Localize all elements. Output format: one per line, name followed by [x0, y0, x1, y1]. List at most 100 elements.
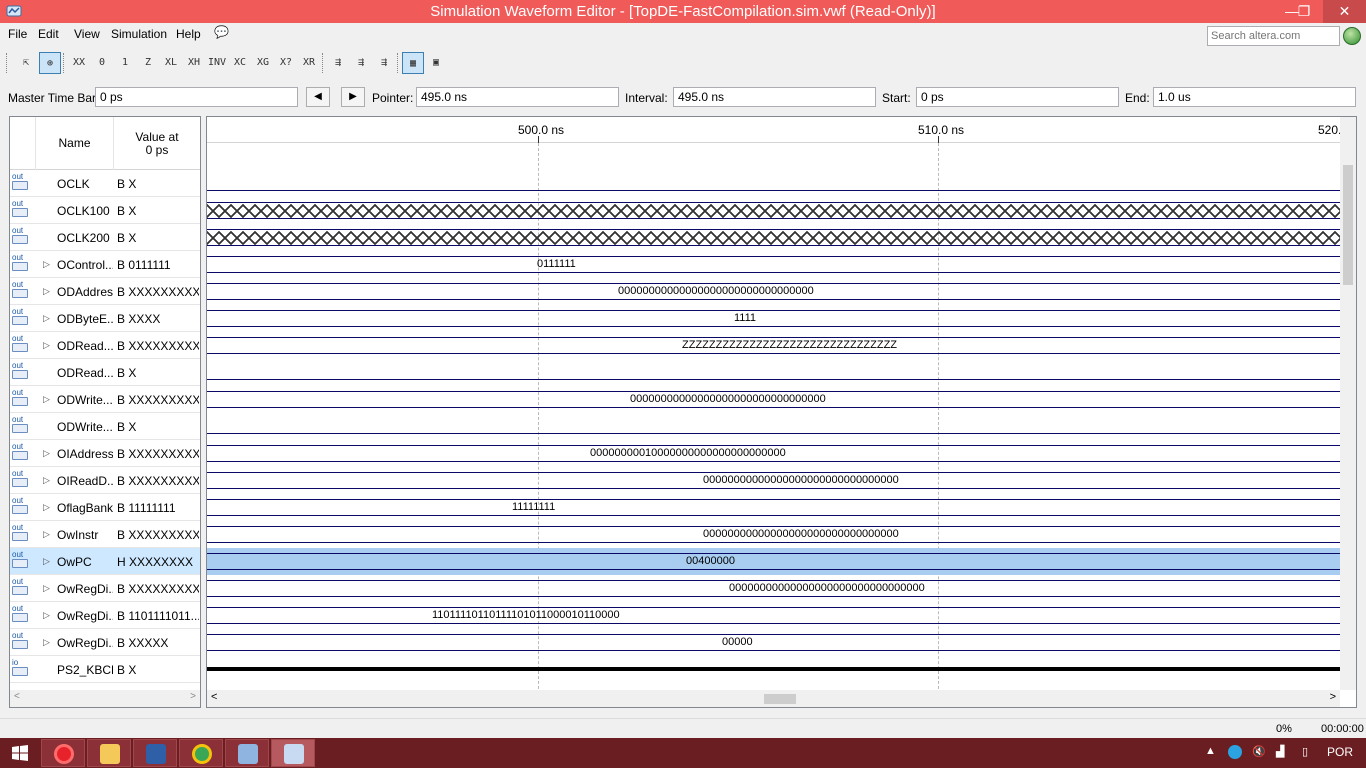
next-transition-button[interactable]: ▶ [341, 87, 365, 107]
waveform-view-button[interactable]: ▦ [402, 52, 424, 74]
zoom-tool-button[interactable]: ⊕ [39, 52, 61, 74]
signal-row[interactable]: out ▷ ODByteE... B XXXX [10, 305, 200, 332]
arbitrary-value-button[interactable]: XR [298, 52, 320, 74]
battery-icon[interactable]: ▯ [1302, 745, 1308, 758]
count-value-button[interactable]: XC [229, 52, 251, 74]
taskbar-waveform-editor[interactable] [271, 739, 315, 767]
waveform-row[interactable]: 00000000000000000000000000000000 [207, 521, 1340, 548]
signal-row[interactable]: out OCLK200 B X [10, 224, 200, 251]
globe-icon[interactable] [1343, 27, 1361, 45]
expand-bus-icon[interactable]: ▷ [43, 529, 50, 540]
taskbar-quartus[interactable] [225, 739, 269, 767]
feedback-icon[interactable]: 💬 [214, 25, 229, 39]
waveform-row[interactable]: ZZZZZZZZZZZZZZZZZZZZZZZZZZZZZZZZ [207, 332, 1340, 359]
invert-button[interactable]: INV [206, 52, 228, 74]
signal-row[interactable]: out ▷ OflagBank B 11111111 [10, 494, 200, 521]
expand-bus-icon[interactable]: ▷ [43, 259, 50, 270]
vertical-scroll-thumb[interactable] [1343, 165, 1353, 285]
restore-button[interactable]: ❐ [1289, 0, 1319, 23]
waveform-row[interactable]: 11011110110111101011000010110000 [207, 602, 1340, 629]
signal-row[interactable]: out ▷ ODRead... B XXXXXXXXXX... [10, 332, 200, 359]
signal-row[interactable]: out ▷ ODAddress B XXXXXXXXXX... [10, 278, 200, 305]
selection-tool-button[interactable]: ⇱ [15, 52, 37, 74]
waveform-row[interactable]: 00000000000000000000000000000000 [207, 278, 1340, 305]
menu-help[interactable]: Help [176, 27, 201, 41]
signal-row[interactable]: out ▷ OwPC H XXXXXXXX [10, 548, 200, 575]
scroll-left-icon[interactable]: < [14, 691, 20, 702]
signal-row[interactable]: out ▷ OIAddress B XXXXXXXXXX... [10, 440, 200, 467]
waveform-row[interactable]: 11111111 [207, 494, 1340, 521]
signal-row[interactable]: out OCLK100 B X [10, 197, 200, 224]
waveform-row[interactable]: 1111 [207, 305, 1340, 332]
tray-expand-icon[interactable]: ▲ [1205, 745, 1216, 757]
pointer-field[interactable]: 495.0 ns [416, 87, 619, 107]
search-input[interactable] [1207, 26, 1340, 46]
signal-row[interactable]: out ODRead... B X [10, 359, 200, 386]
horizontal-scroll-thumb[interactable] [764, 694, 796, 704]
taskbar-powershell[interactable] [133, 739, 177, 767]
menu-simulation[interactable]: Simulation [111, 27, 167, 41]
high-impedance-button[interactable]: Z [137, 52, 159, 74]
waveform-row[interactable] [207, 656, 1340, 683]
random-values-button[interactable]: X? [275, 52, 297, 74]
expand-bus-icon[interactable]: ▷ [43, 475, 50, 486]
signal-row[interactable]: out ▷ OControl... B 0111111 [10, 251, 200, 278]
expand-bus-icon[interactable]: ▷ [43, 637, 50, 648]
signal-row[interactable]: out ODWrite... B X [10, 413, 200, 440]
forcing-unknown-button[interactable]: XX [68, 52, 90, 74]
weak-high-button[interactable]: XH [183, 52, 205, 74]
waveform-row[interactable]: 00000000010000000000000000000000 [207, 440, 1340, 467]
signal-row[interactable]: out ▷ OwRegDi... B XXXXXXXXXX... [10, 575, 200, 602]
start-field[interactable]: 0 ps [916, 87, 1119, 107]
overwrite-clock-button[interactable]: XG [252, 52, 274, 74]
expand-bus-icon[interactable]: ▷ [43, 502, 50, 513]
run-functional-simulation-button[interactable]: ⇶ [327, 52, 349, 74]
end-field[interactable]: 1.0 us [1153, 87, 1356, 107]
expand-bus-icon[interactable]: ▷ [43, 313, 50, 324]
previous-transition-button[interactable]: ◀ [306, 87, 330, 107]
telegram-icon[interactable] [1228, 745, 1242, 759]
name-column-header[interactable]: Name [35, 117, 114, 170]
waveform-row[interactable]: 00000000000000000000000000000000 [207, 575, 1340, 602]
waveform-row[interactable]: 00400000 [207, 548, 1340, 575]
menu-view[interactable]: View [74, 27, 100, 41]
expand-bus-icon[interactable]: ▷ [43, 556, 50, 567]
generate-netlist-button[interactable]: ⇶ [373, 52, 395, 74]
signal-row[interactable]: out ▷ OwRegDi... B 1101111011... [10, 602, 200, 629]
taskbar-chrome[interactable] [179, 739, 223, 767]
waveform-row[interactable]: 00000000000000000000000000000000 [207, 467, 1340, 494]
waveform-row[interactable]: 0111111 [207, 251, 1340, 278]
windows-start-icon[interactable] [12, 745, 28, 761]
weak-low-button[interactable]: XL [160, 52, 182, 74]
forcing-high-button[interactable]: 1 [114, 52, 136, 74]
taskbar-file-explorer[interactable] [87, 739, 131, 767]
signal-list-scrollbar[interactable]: < > [10, 690, 200, 707]
network-icon[interactable]: ▟ [1276, 745, 1284, 758]
grouping-button[interactable]: ▣ [425, 52, 447, 74]
signal-row[interactable]: out ▷ OwInstr B XXXXXXXXXX... [10, 521, 200, 548]
input-language[interactable]: POR [1327, 745, 1353, 759]
waveform-row[interactable] [207, 359, 1340, 386]
close-button[interactable]: ✕ [1323, 0, 1366, 23]
waveform-row[interactable] [207, 413, 1340, 440]
waveform-row[interactable] [207, 170, 1340, 197]
waveform-row[interactable] [207, 197, 1340, 224]
signal-row[interactable]: io PS2_KBCLK B X [10, 656, 200, 683]
scroll-left-icon[interactable]: < [211, 691, 217, 703]
expand-bus-icon[interactable]: ▷ [43, 583, 50, 594]
value-column-header[interactable]: Value at 0 ps [114, 131, 200, 157]
waveform-vertical-scrollbar[interactable] [1340, 117, 1356, 690]
volume-muted-icon[interactable]: 🔇 [1252, 745, 1266, 758]
menu-edit[interactable]: Edit [38, 27, 59, 41]
expand-bus-icon[interactable]: ▷ [43, 448, 50, 459]
menu-file[interactable]: File [8, 27, 27, 41]
signal-row[interactable]: out ▷ OIReadD... B XXXXXXXXXX... [10, 467, 200, 494]
signal-row[interactable]: out ▷ OwRegDi... B XXXXX [10, 629, 200, 656]
scroll-right-icon[interactable]: > [190, 691, 196, 702]
taskbar-opera[interactable] [41, 739, 85, 767]
waveform-row[interactable]: 00000000000000000000000000000000 [207, 386, 1340, 413]
signal-row[interactable]: out OCLK B X [10, 170, 200, 197]
forcing-low-button[interactable]: 0 [91, 52, 113, 74]
scroll-right-icon[interactable]: > [1330, 691, 1336, 703]
expand-bus-icon[interactable]: ▷ [43, 340, 50, 351]
